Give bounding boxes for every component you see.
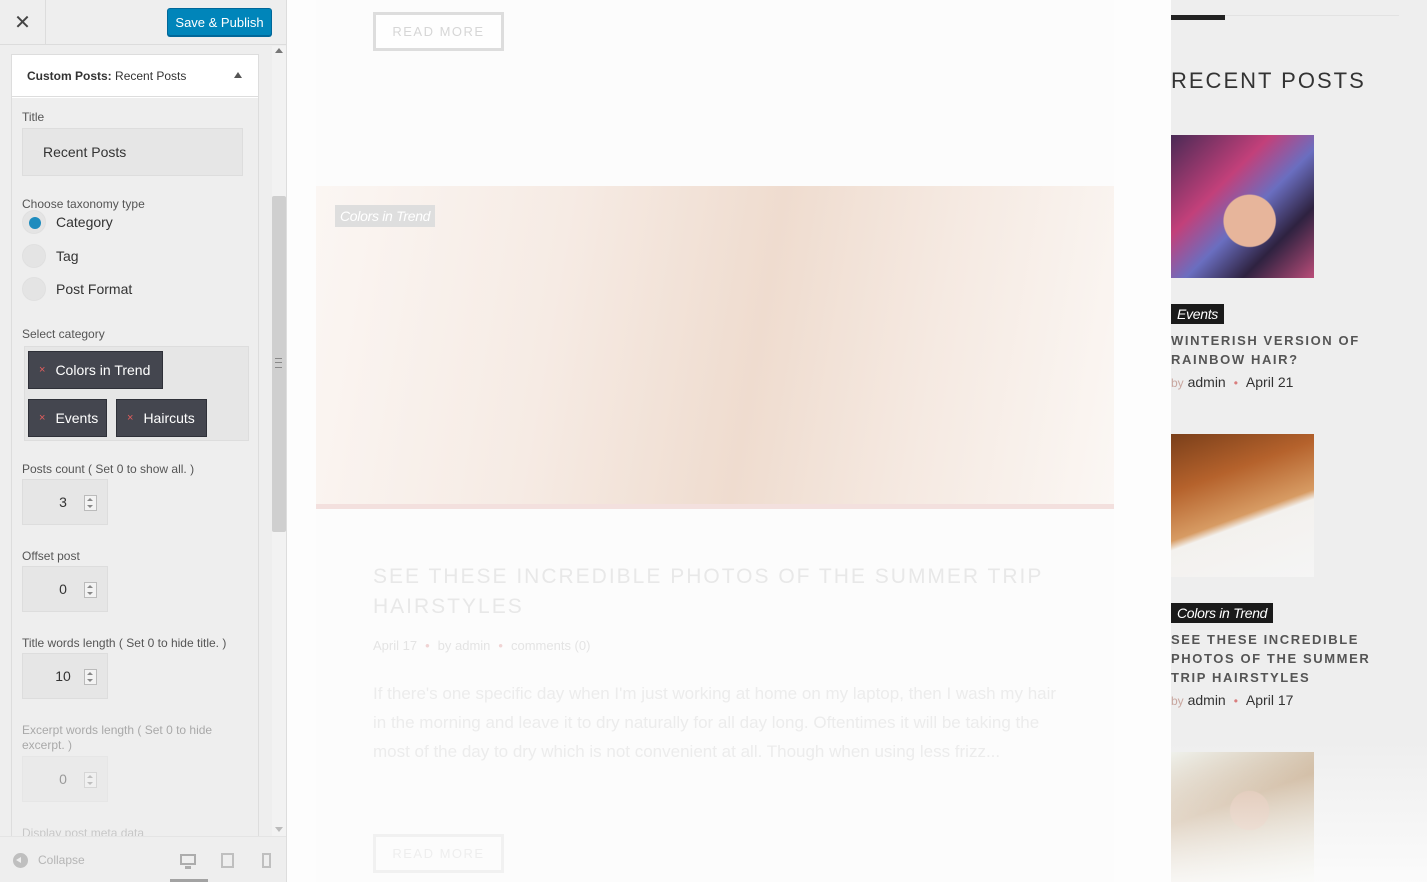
recent-post-author[interactable]: admin [1188, 692, 1226, 708]
posts-count-value: 3 [59, 494, 67, 510]
recent-post-meta: by admin • April 17 [1171, 692, 1293, 708]
recent-post-title[interactable]: WINTERISH VERSION OF RAINBOW HAIR? [1171, 331, 1381, 369]
posts-count-label: Posts count ( Set 0 to show all. ) [22, 462, 195, 476]
spinner-icon[interactable] [84, 582, 97, 598]
recent-post-title[interactable]: SEE THESE INCREDIBLE PHOTOS OF THE SUMME… [1171, 630, 1381, 687]
spinner-icon[interactable] [84, 495, 97, 511]
remove-icon[interactable]: × [39, 364, 45, 376]
scroll-up-arrow-icon[interactable] [275, 48, 283, 53]
collapse-label[interactable]: Collapse [38, 853, 85, 867]
meta-separator: • [1233, 376, 1238, 390]
title-label: Title [22, 110, 45, 124]
meta-separator: • [498, 638, 503, 653]
title-input[interactable]: Recent Posts [22, 128, 243, 176]
radio-tag[interactable]: Tag [22, 244, 79, 268]
save-publish-button[interactable]: Save & Publish [167, 8, 272, 36]
site-preview: READ MORE Colors in Trend SEE THESE INCR… [287, 0, 1427, 882]
category-chip-haircuts[interactable]: × Haircuts [116, 399, 207, 437]
post-title[interactable]: SEE THESE INCREDIBLE PHOTOS OF THE SUMME… [373, 562, 1073, 622]
title-words-input[interactable]: 10 [22, 653, 108, 699]
radio-unchecked-icon[interactable] [22, 244, 46, 268]
recent-post-author[interactable]: admin [1188, 374, 1226, 390]
excerpt-words-label: Excerpt words length ( Set 0 to hide exc… [22, 723, 213, 752]
recent-post-date[interactable]: April 21 [1246, 374, 1293, 390]
section-title-bold: Custom Posts: [27, 68, 112, 83]
read-more-button[interactable]: READ MORE [373, 12, 504, 51]
radio-unchecked-icon[interactable] [22, 277, 46, 301]
recent-post-date[interactable]: April 17 [1246, 692, 1293, 708]
post-comments[interactable]: comments (0) [511, 638, 590, 653]
customizer-footer: Collapse [0, 836, 286, 882]
sidebar-divider-accent [1171, 15, 1225, 20]
widget-form: Title Recent Posts Choose taxonomy type … [12, 98, 258, 836]
collapse-icon[interactable] [13, 853, 28, 868]
customizer-panel: ✕ Save & Publish Custom Posts: Recent Po… [0, 0, 287, 882]
spinner-icon[interactable] [84, 772, 97, 788]
recent-post-meta: by admin • April 21 [1171, 374, 1293, 390]
widget-section: Custom Posts: Recent Posts Title Recent … [11, 54, 259, 836]
title-words-label: Title words length ( Set 0 to hide title… [22, 636, 227, 650]
post-image-divider [316, 504, 1114, 509]
remove-icon[interactable]: × [127, 412, 133, 424]
radio-category-label: Category [56, 214, 113, 230]
widget-section-title[interactable]: Custom Posts: Recent Posts [12, 55, 258, 97]
tablet-preview-icon[interactable] [221, 853, 234, 868]
category-chip-colors-in-trend[interactable]: × Colors in Trend [28, 351, 163, 389]
desktop-preview-icon[interactable] [180, 854, 196, 869]
customizer-header: ✕ Save & Publish [0, 0, 286, 45]
mobile-preview-icon[interactable] [262, 853, 271, 868]
chip-label: Colors in Trend [55, 362, 151, 378]
radio-checked-icon[interactable] [22, 210, 46, 234]
radio-category[interactable]: Category [22, 210, 113, 234]
recent-post-category[interactable]: Events [1171, 304, 1224, 324]
meta-separator: • [1233, 694, 1238, 708]
category-chip-events[interactable]: × Events [28, 399, 107, 437]
excerpt-words-value: 0 [59, 771, 67, 787]
section-title-rest: Recent Posts [111, 68, 187, 83]
scroll-down-arrow-icon[interactable] [275, 827, 283, 832]
title-words-value: 10 [55, 668, 71, 684]
post-featured-image[interactable] [316, 186, 1114, 504]
category-select[interactable]: × Colors in Trend × Events × Haircuts [24, 346, 249, 441]
post-author[interactable]: admin [455, 638, 490, 653]
post-excerpt: If there's one specific day when I'm jus… [373, 684, 1057, 761]
remove-icon[interactable]: × [39, 412, 45, 424]
posts-count-input[interactable]: 3 [22, 479, 108, 525]
recent-posts-title: RECENT POSTS [1171, 68, 1366, 93]
taxonomy-label: Choose taxonomy type [22, 197, 145, 211]
meta-separator: • [425, 638, 430, 653]
radio-post-format[interactable]: Post Format [22, 277, 132, 301]
post-category-badge[interactable]: Colors in Trend [335, 205, 436, 227]
spinner-icon[interactable] [84, 669, 97, 685]
offset-value: 0 [59, 581, 67, 597]
recent-post-thumbnail[interactable] [1171, 135, 1314, 278]
recent-post-by: by [1171, 694, 1184, 708]
scroll-grip-icon [275, 358, 282, 368]
read-more-button[interactable]: READ MORE [373, 834, 504, 873]
recent-post-thumbnail[interactable] [1171, 434, 1314, 577]
collapse-arrow-icon[interactable] [234, 72, 242, 78]
recent-post-category[interactable]: Colors in Trend [1171, 603, 1274, 623]
radio-post-format-label: Post Format [56, 281, 133, 297]
customizer-body: Custom Posts: Recent Posts Title Recent … [0, 46, 272, 836]
excerpt-words-input[interactable]: 0 [22, 756, 108, 802]
sidebar-fade-overlay [1171, 740, 1427, 882]
chip-label: Haircuts [143, 410, 195, 426]
chip-label: Events [55, 410, 99, 426]
offset-label: Offset post [22, 549, 80, 563]
close-icon[interactable]: ✕ [0, 0, 46, 45]
radio-tag-label: Tag [56, 248, 79, 264]
offset-input[interactable]: 0 [22, 566, 108, 612]
post-by: by [437, 638, 452, 653]
display-meta-label: Display post meta data [22, 826, 145, 836]
post-date[interactable]: April 17 [373, 638, 417, 653]
recent-post-by: by [1171, 376, 1184, 390]
category-label: Select category [22, 327, 105, 341]
post-meta: April 17 • by admin • comments (0) [373, 638, 590, 653]
